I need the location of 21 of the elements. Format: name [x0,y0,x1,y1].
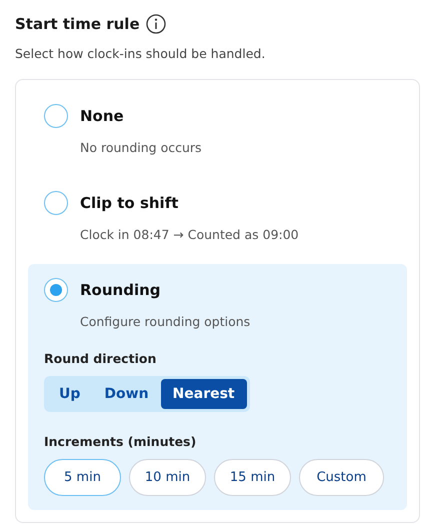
radio-button[interactable] [44,278,68,302]
increment-button[interactable]: 15 min [214,459,291,496]
option-label: None [80,107,124,125]
increment-button[interactable]: 5 min [44,459,121,496]
increment-button[interactable]: Custom [299,459,384,496]
field-label: Round direction [44,351,158,366]
option-label: Rounding [80,281,161,299]
segment-button[interactable]: Down [92,379,161,409]
increment-button[interactable]: 10 min [129,459,206,496]
radio-button[interactable] [44,104,68,128]
option-label: Clip to shift [80,194,178,212]
segment-button[interactable]: Nearest [160,379,247,409]
section-description: Select how clock-ins should be handled. [15,46,266,61]
field-label: Increments (minutes) [44,434,198,449]
section-title: Start time rule [15,15,140,33]
option-description: No rounding occurs [80,140,203,155]
option-description: Configure rounding options [80,314,252,329]
info-icon[interactable] [146,14,166,34]
option-description: Clock in 08:47 → Counted as 09:00 [80,227,300,242]
radio-button[interactable] [44,191,68,215]
segment-button[interactable]: Up [47,379,92,409]
